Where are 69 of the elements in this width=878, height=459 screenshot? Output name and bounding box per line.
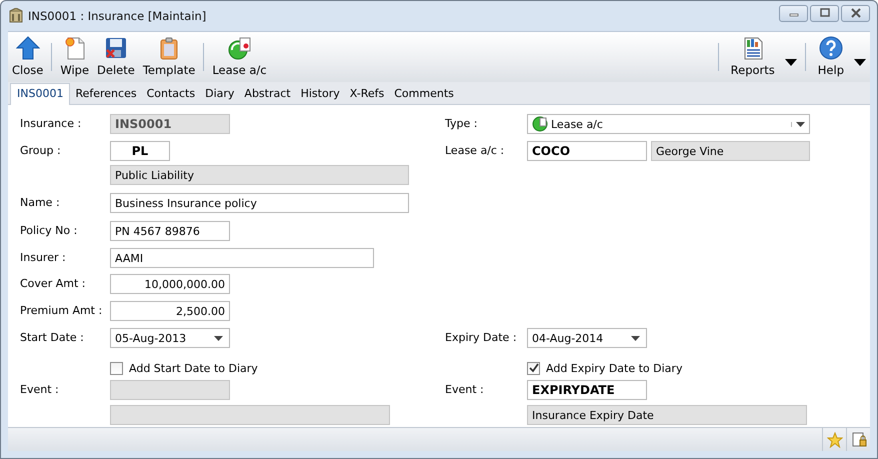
tab[interactable]: Diary xyxy=(200,84,240,104)
input-field[interactable]: EXPIRYDATE xyxy=(527,380,647,400)
up-arrow-icon xyxy=(16,36,40,60)
toolbar-button[interactable]: Wipe xyxy=(56,33,94,81)
checkbox[interactable]: Add Expiry Date to Diary xyxy=(527,359,682,377)
star-icon xyxy=(826,432,842,448)
field-label: Cover Amt : xyxy=(20,277,86,290)
dropdown-arrow-icon xyxy=(791,122,805,126)
input-field[interactable]: Public Liability xyxy=(110,165,409,185)
close-button[interactable] xyxy=(841,4,870,22)
field-label: Event : xyxy=(445,383,484,396)
minimize-button[interactable] xyxy=(779,4,808,22)
window-title: INS0001 : Insurance [Maintain] xyxy=(28,9,206,23)
input-field[interactable]: 2,500.00 xyxy=(110,301,230,321)
input-field[interactable] xyxy=(110,405,390,425)
caret-icon xyxy=(784,58,797,66)
input-field[interactable]: AAMI xyxy=(110,248,374,268)
new-page-icon xyxy=(62,36,87,60)
caret-icon xyxy=(854,58,866,66)
help-button[interactable]: Help xyxy=(810,33,852,81)
input-field[interactable]: Insurance Expiry Date xyxy=(527,405,807,425)
input-field[interactable]: PL xyxy=(110,141,170,161)
dropdown[interactable]: 04-Aug-2014 xyxy=(527,328,647,348)
input-field[interactable]: INS0001 xyxy=(110,114,230,134)
tab[interactable]: Comments xyxy=(389,84,459,104)
field-label: Premium Amt : xyxy=(20,304,102,317)
field-label: Expiry Date : xyxy=(445,331,517,344)
tab[interactable]: History xyxy=(296,84,345,104)
toolbar-button[interactable]: Delete xyxy=(93,33,139,81)
close-button[interactable]: Close xyxy=(8,33,48,81)
input-field[interactable]: 10,000,000.00 xyxy=(110,274,230,294)
input-field[interactable]: George Vine xyxy=(651,141,810,161)
field-label: Event : xyxy=(20,383,59,396)
dropdown[interactable]: 05-Aug-2013 xyxy=(110,328,230,348)
floppy-delete-icon xyxy=(104,36,128,60)
field-label: Type : xyxy=(445,117,478,130)
close-icon xyxy=(850,8,862,18)
circle-document-icon xyxy=(532,116,548,132)
input-field[interactable]: PN 4567 89876 xyxy=(110,221,230,241)
checkmark-icon xyxy=(528,363,538,373)
field-label: Insurer : xyxy=(20,251,66,264)
checkbox[interactable]: Add Start Date to Diary xyxy=(110,359,258,377)
field-label: Insurance : xyxy=(20,117,82,130)
favorite-button[interactable] xyxy=(822,428,846,451)
input-field[interactable] xyxy=(110,380,230,400)
tab[interactable]: References xyxy=(70,84,142,104)
locked-document-icon xyxy=(850,432,866,448)
tab[interactable]: X-Refs xyxy=(344,84,390,104)
toolbar-button[interactable]: Lease a/c xyxy=(208,33,271,81)
tab[interactable]: INS0001 xyxy=(10,83,70,105)
field-label: Lease a/c : xyxy=(445,144,504,157)
field-label: Policy No : xyxy=(20,224,78,237)
tab[interactable]: Contacts xyxy=(142,84,200,104)
dropdown-arrow-icon xyxy=(631,336,640,340)
building-icon xyxy=(8,8,24,24)
field-label: Name : xyxy=(20,196,60,209)
dropdown-arrow-icon xyxy=(214,336,223,340)
help-icon xyxy=(818,36,843,60)
input-field[interactable]: Business Insurance policy xyxy=(110,193,409,213)
field-label: Group : xyxy=(20,144,61,157)
maximize-button[interactable] xyxy=(810,4,839,22)
tab[interactable]: Abstract xyxy=(239,84,296,104)
maximize-icon xyxy=(818,8,830,18)
dropdown[interactable]: Lease a/c xyxy=(527,114,810,134)
input-field[interactable]: COCO xyxy=(527,141,647,161)
toolbar-button[interactable]: Template xyxy=(138,33,200,81)
field-label: Start Date : xyxy=(20,331,84,344)
toolbar-button[interactable]: Reports xyxy=(722,33,783,81)
arrows-document-icon xyxy=(227,36,252,60)
